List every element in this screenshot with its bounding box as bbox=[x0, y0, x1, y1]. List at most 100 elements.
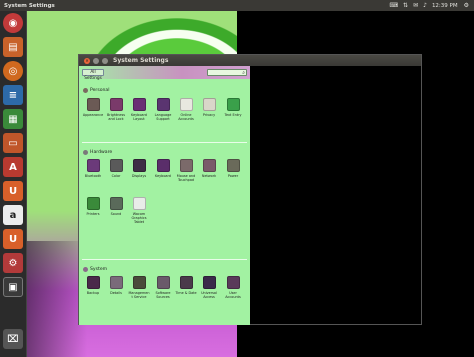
settings-item-label: Appearance bbox=[82, 113, 104, 117]
settings-item-color[interactable]: Color bbox=[105, 159, 127, 178]
software-sources-icon bbox=[156, 276, 170, 289]
settings-item-label: Color bbox=[111, 174, 121, 178]
files-icon[interactable]: ▤ bbox=[3, 37, 23, 57]
settings-item-universal-access[interactable]: Universal Access bbox=[198, 276, 220, 299]
brightness-icon bbox=[109, 98, 123, 111]
system-settings-icon[interactable]: ⚙ bbox=[3, 253, 23, 273]
settings-item-label: Power bbox=[227, 174, 239, 178]
settings-item-label: Displays bbox=[131, 174, 147, 178]
system-settings-window: ✕ System Settings All Settings ⌕ Persona… bbox=[78, 54, 422, 325]
settings-item-label: Backup bbox=[86, 291, 100, 295]
settings-item-bluetooth[interactable]: Bluetooth bbox=[82, 159, 104, 178]
settings-item-label: Network bbox=[201, 174, 217, 178]
keyboard-icon bbox=[156, 159, 170, 172]
settings-item-details[interactable]: Details bbox=[105, 276, 127, 295]
settings-item-label: Sound bbox=[110, 212, 122, 216]
volume-indicator-icon[interactable]: ♪ bbox=[423, 0, 427, 11]
network-icon bbox=[202, 159, 216, 172]
settings-item-label: User Accounts bbox=[225, 291, 241, 299]
maximize-icon[interactable] bbox=[102, 57, 108, 64]
time-date-icon bbox=[179, 276, 193, 289]
all-settings-button[interactable]: All Settings bbox=[82, 69, 104, 81]
gear-icon[interactable]: ⚙ bbox=[464, 0, 469, 11]
settings-item-label: Time & Date bbox=[175, 291, 197, 295]
text-entry-icon bbox=[226, 98, 240, 111]
ubuntu-one-icon[interactable]: U bbox=[3, 181, 23, 201]
online-accounts-icon bbox=[179, 98, 193, 111]
impress-icon[interactable]: ▭ bbox=[3, 133, 23, 153]
amazon-icon[interactable]: a bbox=[3, 205, 23, 225]
settings-item-label: Wacom Graphics Tablet bbox=[131, 212, 147, 224]
user-accounts-icon bbox=[226, 276, 240, 289]
close-icon[interactable]: ✕ bbox=[84, 57, 90, 64]
privacy-icon bbox=[202, 98, 216, 111]
calc-icon[interactable]: ▦ bbox=[3, 109, 23, 129]
settings-item-privacy[interactable]: Privacy bbox=[198, 98, 220, 117]
settings-item-user-accounts[interactable]: User Accounts bbox=[222, 276, 244, 299]
window-titlebar[interactable]: ✕ System Settings bbox=[79, 55, 421, 66]
settings-item-label: Management Service bbox=[128, 291, 150, 299]
settings-item-management[interactable]: Management Service bbox=[128, 276, 150, 299]
settings-item-displays[interactable]: Displays bbox=[128, 159, 150, 178]
power-icon bbox=[226, 159, 240, 172]
keyboard-indicator-icon[interactable]: ⌨ bbox=[389, 0, 398, 11]
settings-item-label: Online Accounts bbox=[178, 113, 194, 121]
settings-item-label: Bluetooth bbox=[84, 174, 102, 178]
writer-icon[interactable]: ≡ bbox=[3, 85, 23, 105]
displays-icon bbox=[132, 159, 146, 172]
settings-item-keyboard-layout[interactable]: Keyboard Layout bbox=[128, 98, 150, 121]
ubuntu-one-music-icon[interactable]: U bbox=[3, 229, 23, 249]
keyboard-layout-icon bbox=[132, 98, 146, 111]
hardware-icon bbox=[83, 150, 88, 155]
person-icon bbox=[83, 88, 88, 93]
workspaces-icon[interactable]: ▣ bbox=[3, 277, 23, 297]
color-icon bbox=[109, 159, 123, 172]
mail-indicator-icon[interactable]: ✉ bbox=[413, 0, 418, 11]
section-divider bbox=[82, 259, 247, 260]
settings-item-language[interactable]: Language Support bbox=[152, 98, 174, 121]
bluetooth-icon bbox=[86, 159, 100, 172]
settings-item-text-entry[interactable]: Text Entry bbox=[222, 98, 244, 117]
software-center-icon[interactable]: A bbox=[3, 157, 23, 177]
settings-item-wacom[interactable]: Wacom Graphics Tablet bbox=[128, 197, 150, 224]
settings-item-label: Privacy bbox=[202, 113, 216, 117]
settings-item-keyboard[interactable]: Keyboard bbox=[152, 159, 174, 178]
section-divider bbox=[82, 142, 247, 143]
firefox-icon[interactable]: ◎ bbox=[3, 61, 23, 81]
app-title: System Settings bbox=[4, 2, 55, 9]
settings-item-label: Mouse and Touchpad bbox=[176, 174, 196, 182]
appearance-icon bbox=[86, 98, 100, 111]
dash-home-icon[interactable]: ◉ bbox=[3, 13, 23, 33]
language-icon bbox=[156, 98, 170, 111]
settings-item-network[interactable]: Network bbox=[198, 159, 220, 178]
settings-item-printers[interactable]: Printers bbox=[82, 197, 104, 216]
toolbar: All Settings ⌕ bbox=[79, 66, 250, 81]
management-icon bbox=[132, 276, 146, 289]
settings-item-sound[interactable]: Sound bbox=[105, 197, 127, 216]
settings-item-label: Language Support bbox=[154, 113, 172, 121]
wacom-icon bbox=[132, 197, 146, 210]
network-indicator-icon[interactable]: ⇅ bbox=[403, 0, 408, 11]
mouse-icon bbox=[179, 159, 193, 172]
settings-item-power[interactable]: Power bbox=[222, 159, 244, 178]
details-icon bbox=[109, 276, 123, 289]
settings-item-appearance[interactable]: Appearance bbox=[82, 98, 104, 117]
section-system: System bbox=[83, 267, 107, 272]
search-input[interactable]: ⌕ bbox=[207, 69, 247, 76]
settings-item-backup[interactable]: Backup bbox=[82, 276, 104, 295]
minimize-icon[interactable] bbox=[93, 57, 99, 64]
settings-item-label: Keyboard bbox=[155, 174, 171, 178]
settings-item-brightness[interactable]: Brightness and Lock bbox=[105, 98, 127, 121]
settings-item-software-sources[interactable]: Software Sources bbox=[152, 276, 174, 299]
settings-item-online-accounts[interactable]: Online Accounts bbox=[175, 98, 197, 121]
settings-item-label: Text Entry bbox=[224, 113, 242, 117]
trash-icon[interactable]: ⌧ bbox=[3, 329, 23, 349]
search-icon[interactable]: ⌕ bbox=[242, 70, 245, 76]
settings-content: All Settings ⌕ Personal Hardware System … bbox=[79, 66, 250, 325]
launcher: ◉ ▤ ◎ ≡ ▦ ▭ A U a U ⚙ ▣ ⌧ bbox=[0, 11, 27, 357]
settings-item-time-date[interactable]: Time & Date bbox=[175, 276, 197, 295]
top-panel: System Settings ⌨ ⇅ ✉ ♪ 12:39 PM ⚙ bbox=[0, 0, 474, 11]
settings-item-mouse[interactable]: Mouse and Touchpad bbox=[175, 159, 197, 182]
printers-icon bbox=[86, 197, 100, 210]
clock[interactable]: 12:39 PM bbox=[432, 3, 458, 9]
